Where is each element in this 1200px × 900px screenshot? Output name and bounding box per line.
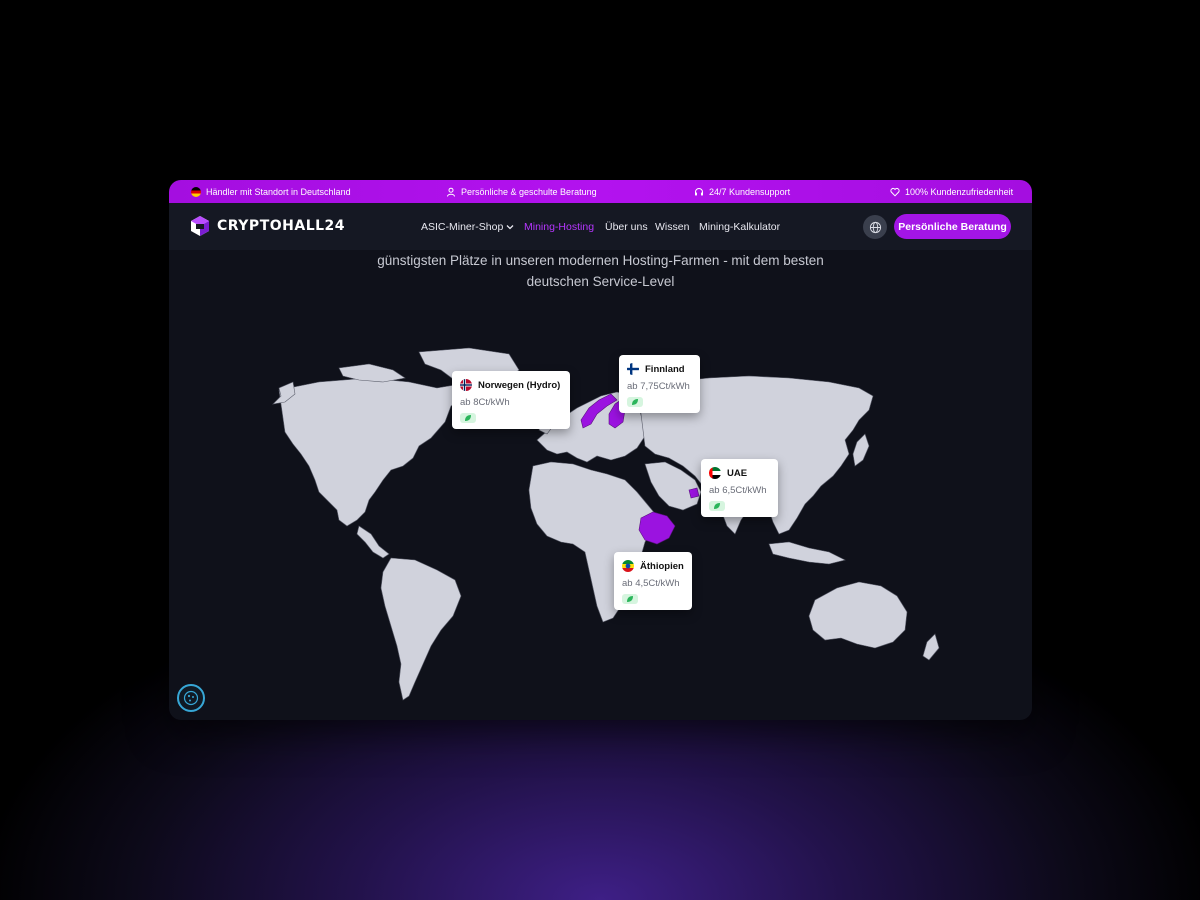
norway-flag-icon — [460, 379, 472, 391]
world-map — [272, 347, 940, 701]
headset-icon — [695, 187, 703, 195]
topbar-item-label: 100% Kundenzufriedenheit — [905, 186, 1014, 197]
hero-subtitle-line-1: günstigsten Plätze in unseren modernen H… — [377, 253, 824, 268]
green-energy-badge — [709, 501, 725, 511]
map-south-america — [380, 557, 462, 701]
topbar-item-location: Händler mit Standort in Deutschland — [191, 180, 351, 203]
map-uae-highlight — [688, 487, 700, 499]
nav-item-label: ASIC-Miner-Shop — [421, 220, 504, 233]
finland-flag-icon — [627, 363, 639, 375]
globe-icon — [869, 221, 881, 233]
topbar-item-consulting: Persönliche & geschulte Beratung — [446, 180, 597, 203]
map-australia — [808, 581, 908, 649]
topbar-item-satisfaction: 100% Kundenzufriedenheit — [890, 180, 1013, 203]
location-card-uae[interactable]: UAE ab 6,5Ct/kWh — [701, 459, 778, 517]
location-price: ab 4,5Ct/kWh — [622, 578, 680, 589]
german-flag-icon — [191, 186, 201, 197]
map-japan — [852, 433, 870, 467]
location-card-norway[interactable]: Norwegen (Hydro) ab 8Ct/kWh — [452, 371, 570, 429]
cookie-settings-button[interactable] — [177, 684, 205, 712]
nav-item-asic-miner-shop[interactable]: ASIC-Miner-Shop — [421, 221, 514, 233]
leaf-icon — [465, 415, 471, 421]
browser-window: Händler mit Standort in Deutschland Pers… — [169, 180, 1032, 720]
cookie-icon — [183, 690, 199, 706]
nav-item-wissen[interactable]: Wissen — [655, 221, 689, 233]
topbar-item-label: Persönliche & geschulte Beratung — [461, 186, 597, 197]
nav-item-mining-kalkulator[interactable]: Mining-Kalkulator — [699, 221, 780, 233]
location-name: Äthiopien — [640, 560, 684, 572]
map-ethiopia-highlight — [638, 511, 676, 545]
heart-icon — [890, 187, 900, 197]
uae-flag-icon — [709, 467, 721, 479]
hero-subtitle-line-2: deutschen Service-Level — [526, 274, 675, 289]
leaf-icon — [714, 503, 720, 509]
chevron-down-icon — [506, 224, 514, 229]
map-north-america — [278, 377, 470, 527]
location-card-ethiopia[interactable]: Äthiopien ab 4,5Ct/kWh — [614, 552, 692, 610]
green-energy-badge — [622, 594, 638, 604]
nav-item-ueber-uns[interactable]: Über uns — [605, 221, 648, 233]
map-southeast-asia-islands — [768, 541, 846, 565]
map-central-america — [356, 525, 390, 559]
green-energy-badge — [460, 413, 476, 423]
location-card-finland[interactable]: Finnland ab 7,75Ct/kWh — [619, 355, 700, 413]
location-name: UAE — [727, 467, 748, 479]
location-name: Norwegen (Hydro) — [478, 379, 561, 391]
cryptohall-logo-icon — [191, 216, 209, 236]
location-name: Finnland — [645, 363, 685, 375]
main-navbar: CRYPTOHALL24 ASIC-Miner-Shop Mining-Host… — [169, 203, 1032, 250]
nav-item-mining-hosting[interactable]: Mining-Hosting — [524, 221, 594, 233]
ethiopia-flag-icon — [622, 560, 634, 572]
announcement-bar: Händler mit Standort in Deutschland Pers… — [169, 180, 1032, 203]
personal-consulting-button[interactable]: Persönliche Beratung — [894, 214, 1011, 239]
language-button[interactable] — [863, 215, 887, 239]
hero-subtitle: günstigsten Plätze in unseren modernen H… — [169, 250, 1032, 292]
topbar-item-label: 24/7 Kundensupport — [709, 186, 791, 197]
leaf-icon — [627, 596, 633, 602]
location-price: ab 8Ct/kWh — [460, 397, 510, 408]
map-new-zealand — [922, 633, 940, 661]
leaf-icon — [632, 399, 638, 405]
location-price: ab 6,5Ct/kWh — [709, 485, 767, 496]
green-energy-badge — [627, 397, 643, 407]
map-canadian-islands — [338, 363, 406, 383]
topbar-item-label: Händler mit Standort in Deutschland — [206, 186, 351, 197]
user-icon — [447, 187, 455, 197]
brand-logo[interactable]: CRYPTOHALL24 — [189, 215, 345, 237]
topbar-item-support: 24/7 Kundensupport — [694, 180, 790, 203]
location-price: ab 7,75Ct/kWh — [627, 381, 690, 392]
brand-name: CRYPTOHALL24 — [217, 218, 346, 234]
